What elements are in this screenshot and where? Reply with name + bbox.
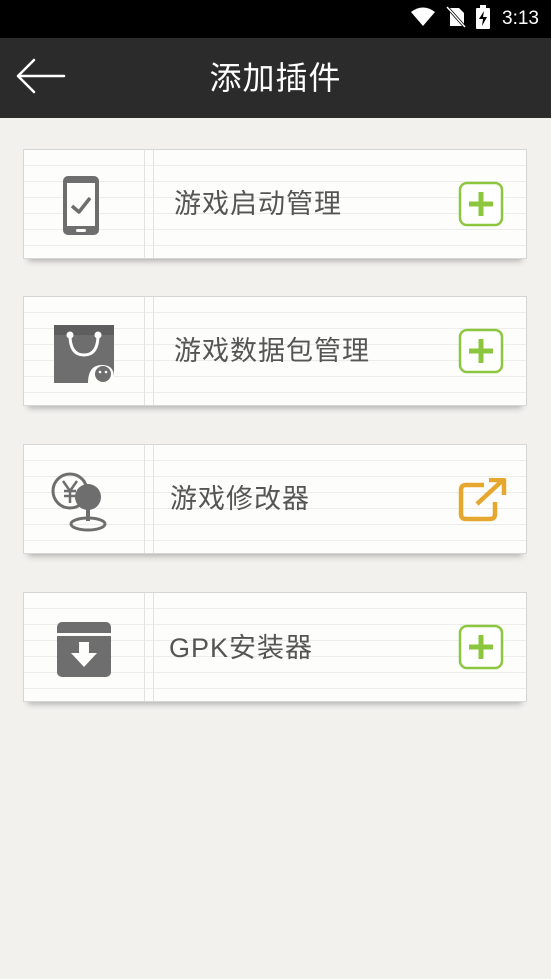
plugin-card-game-modifier[interactable]: 游戏修改器 (23, 444, 527, 554)
card-divider (144, 150, 154, 258)
phone-check-icon (48, 174, 112, 238)
card-label: 游戏数据包管理 (174, 336, 370, 367)
card-divider (144, 445, 154, 553)
card-divider (144, 297, 154, 405)
wifi-icon (410, 7, 436, 31)
back-arrow-icon (14, 56, 66, 100)
open-external-icon (458, 477, 508, 526)
card-label: 游戏修改器 (170, 484, 310, 515)
plugin-card-data-package-manager[interactable]: 游戏数据包管理 (23, 296, 527, 406)
coin-joystick-icon (48, 469, 112, 533)
card-label: 游戏启动管理 (174, 189, 342, 220)
back-button[interactable] (10, 50, 70, 106)
add-icon (458, 181, 504, 231)
add-button[interactable] (458, 624, 504, 674)
status-bar: 3:13 (0, 0, 551, 38)
status-time: 3:13 (502, 8, 539, 29)
add-icon (458, 624, 504, 674)
add-button[interactable] (458, 328, 504, 378)
add-button[interactable] (458, 181, 504, 231)
no-sim-icon (445, 5, 467, 32)
app-bar: 添加插件 (0, 38, 551, 118)
open-button[interactable] (458, 477, 508, 526)
data-bag-icon (52, 321, 116, 385)
add-icon (458, 328, 504, 378)
card-label: GPK安装器 (169, 633, 314, 663)
page-title: 添加插件 (209, 59, 342, 97)
status-icons: 3:13 (410, 0, 539, 38)
battery-charging-icon (476, 5, 491, 33)
install-box-icon (52, 617, 116, 681)
plugin-list: 游戏启动管理 游戏数据包管理 游戏修改器 GPK安装器 (0, 118, 551, 979)
card-divider (144, 593, 154, 701)
plugin-card-gpk-installer[interactable]: GPK安装器 (23, 592, 527, 702)
plugin-card-launch-manager[interactable]: 游戏启动管理 (23, 149, 527, 259)
